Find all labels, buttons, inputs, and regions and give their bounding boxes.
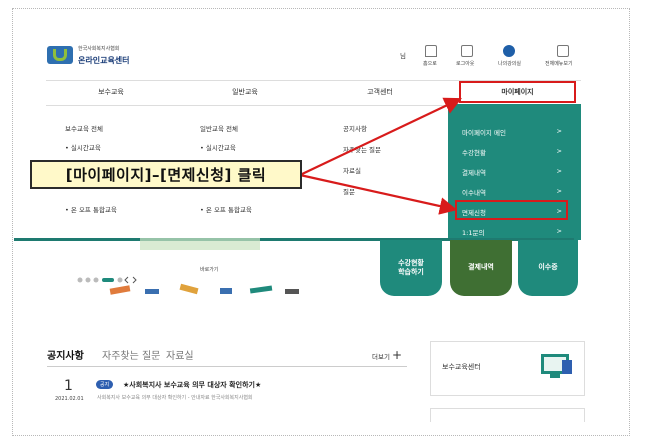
notice-title[interactable]: ★사회복지사 보수교육 의무 대상자 확인하기★ [123,380,261,390]
notice-summary: 사회복지사 보수교육 의무 대상자 확인하기 - 안내자료 한국사회복지사협회 [97,395,253,401]
notice-date: 2021.02.01 [55,396,84,402]
arrow-to-exemption [299,173,458,215]
notice-divider [47,366,407,367]
monitor-icon [541,354,572,378]
hero-more-link[interactable]: 바로가기 [200,268,218,273]
more-label: 더보기 [372,353,390,361]
hero-banner-text [140,238,260,250]
side-box-2[interactable] [430,408,585,422]
more-button[interactable]: 더보기 + [372,349,402,361]
notice-badge: 공지 [96,380,114,389]
tab-notice[interactable]: 공지사항 [47,347,84,362]
tab-faq[interactable]: 자주찾는 질문 [102,347,160,362]
tile-payment[interactable]: 결제내역 [450,240,512,296]
instruction-callout: [마이페이지]–[면제신청] 클릭 [30,160,302,189]
tab-archive[interactable]: 자료실 [166,347,194,362]
plus-icon: + [392,348,403,362]
side-box-title: 보수교육센터 [442,363,481,371]
tile-course-status[interactable]: 수강현황 학습하기 [380,240,442,296]
arrow-to-mypage [299,97,462,176]
hero-decoration [109,283,299,295]
tile-certificate[interactable]: 이수증 [518,240,578,296]
notice-day: 1 [64,378,73,394]
